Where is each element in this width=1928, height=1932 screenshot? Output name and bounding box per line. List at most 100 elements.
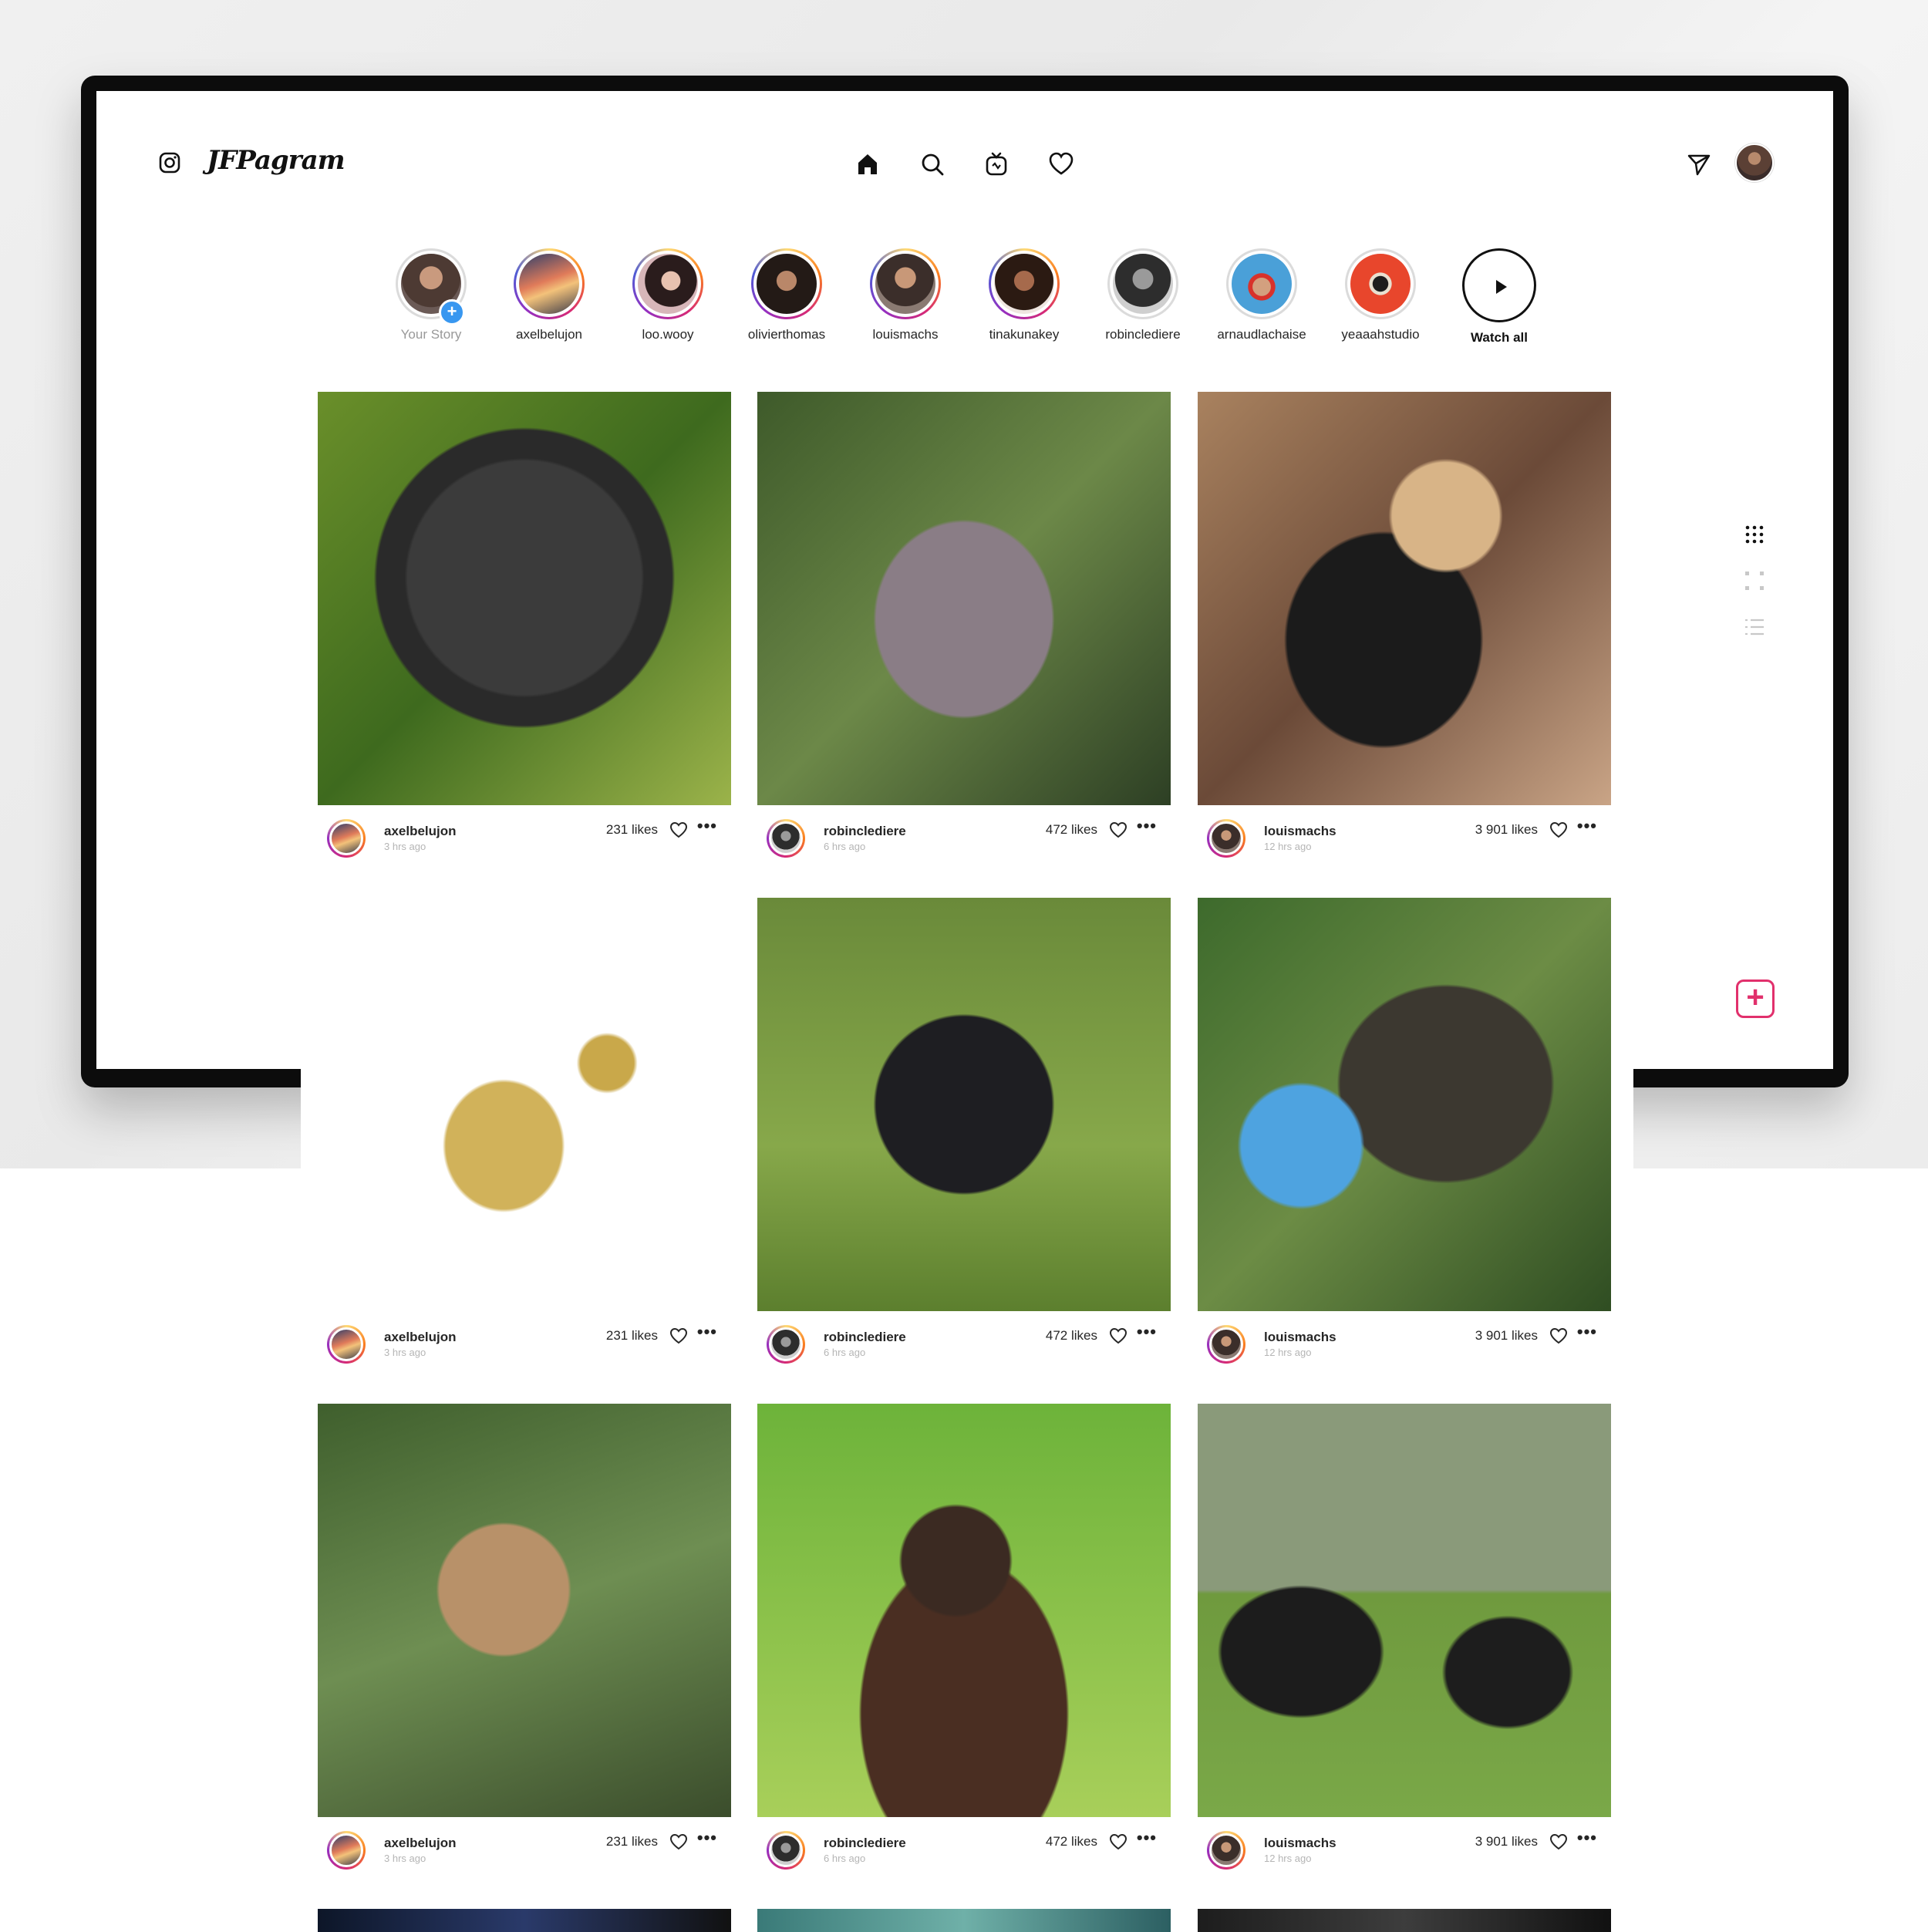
avatar[interactable] — [327, 1831, 366, 1870]
post-photo[interactable] — [757, 898, 1171, 1311]
list-icon[interactable] — [1743, 615, 1766, 639]
story-tinakunakey[interactable]: tinakunakey — [970, 248, 1078, 342]
new-post-button[interactable]: + — [1736, 979, 1775, 1018]
post-meta: louismachs 12 hrs ago 3 901 likes ••• — [1198, 1817, 1611, 1879]
post-likes: 3 901 likes — [1475, 822, 1538, 837]
story-label: olivierthomas — [747, 327, 826, 342]
avatar[interactable] — [1207, 1325, 1245, 1364]
post-username[interactable]: axelbelujon — [384, 1330, 457, 1345]
heart-icon[interactable] — [1109, 821, 1127, 839]
post-card[interactable]: louismachs 12 hrs ago 3 901 likes ••• — [1198, 898, 1611, 1373]
post-card[interactable]: louismachs 12 hrs ago 3 901 likes ••• — [1198, 1404, 1611, 1879]
story-your-story[interactable]: + Your Story — [377, 248, 485, 342]
post-photo-partial[interactable] — [1198, 1909, 1611, 1932]
more-icon[interactable]: ••• — [1577, 1828, 1597, 1848]
post-likes: 231 likes — [605, 822, 658, 837]
post-username[interactable]: louismachs — [1264, 1836, 1336, 1851]
story-yeaaahstudio[interactable]: yeaaahstudio — [1326, 248, 1434, 342]
brand-logo[interactable]: JFPagram — [207, 145, 345, 176]
post-likes: 472 likes — [1045, 1834, 1097, 1849]
play-icon[interactable] — [1462, 248, 1536, 322]
heart-icon[interactable] — [1549, 1327, 1568, 1345]
avatar — [638, 254, 698, 314]
post-photo[interactable] — [757, 392, 1171, 805]
post-photo[interactable] — [1198, 898, 1611, 1311]
post-photo[interactable] — [1198, 392, 1611, 805]
post-photo[interactable] — [1198, 1404, 1611, 1817]
avatar[interactable] — [767, 1831, 805, 1870]
heart-icon[interactable] — [1549, 821, 1568, 839]
heart-icon[interactable] — [669, 821, 688, 839]
post-meta: louismachs 12 hrs ago 3 901 likes ••• — [1198, 1311, 1611, 1373]
heart-icon[interactable] — [669, 1327, 688, 1345]
post-photo-partial[interactable] — [757, 1909, 1171, 1932]
post-username[interactable]: louismachs — [1264, 1330, 1336, 1345]
story-label: arnaudlachaise — [1217, 327, 1306, 342]
post-card[interactable]: robinclediere 6 hrs ago 472 likes ••• — [757, 1404, 1171, 1879]
large-grid-icon[interactable] — [1743, 569, 1766, 592]
post-photo[interactable] — [318, 392, 731, 805]
more-icon[interactable]: ••• — [1137, 1322, 1157, 1342]
post-photo-partial[interactable] — [318, 1909, 731, 1932]
post-username[interactable]: axelbelujon — [384, 1836, 457, 1851]
post-likes: 3 901 likes — [1475, 1834, 1538, 1849]
post-card[interactable]: axelbelujon 3 hrs ago 231 likes ••• — [318, 392, 731, 867]
post-meta: axelbelujon 3 hrs ago 231 likes ••• — [318, 1817, 731, 1879]
story-label: robinclediere — [1105, 327, 1181, 342]
post-time: 12 hrs ago — [1264, 841, 1312, 852]
grid-icon[interactable] — [1743, 523, 1766, 546]
igtv-icon[interactable] — [983, 151, 1010, 177]
story-loo-wooy[interactable]: loo.wooy — [614, 248, 722, 342]
post-likes: 231 likes — [605, 1834, 658, 1849]
search-icon[interactable] — [919, 151, 945, 177]
heart-icon[interactable] — [1048, 151, 1074, 177]
story-robinclediere[interactable]: robinclediere — [1089, 248, 1197, 342]
more-icon[interactable]: ••• — [1137, 1828, 1157, 1848]
post-username[interactable]: robinclediere — [824, 1836, 906, 1851]
heart-icon[interactable] — [1109, 1327, 1127, 1345]
profile-avatar[interactable] — [1735, 143, 1774, 182]
story-arnaudlachaise[interactable]: arnaudlachaise — [1208, 248, 1316, 342]
post-photo[interactable] — [318, 1404, 731, 1817]
post-username[interactable]: axelbelujon — [384, 824, 457, 839]
heart-icon[interactable] — [669, 1833, 688, 1851]
post-photo[interactable] — [318, 898, 731, 1311]
avatar[interactable] — [767, 819, 805, 858]
avatar — [1232, 254, 1292, 314]
avatar[interactable] — [1207, 1831, 1245, 1870]
avatar[interactable] — [1207, 819, 1245, 858]
more-icon[interactable]: ••• — [697, 1322, 717, 1342]
story-olivierthomas[interactable]: olivierthomas — [733, 248, 841, 342]
story-louismachs[interactable]: louismachs — [851, 248, 959, 342]
post-card[interactable]: axelbelujon 3 hrs ago 231 likes ••• — [318, 898, 731, 1373]
avatar — [994, 254, 1054, 314]
post-username[interactable]: robinclediere — [824, 824, 906, 839]
instagram-icon[interactable] — [158, 151, 181, 174]
post-card[interactable]: louismachs 12 hrs ago 3 901 likes ••• — [1198, 392, 1611, 867]
more-icon[interactable]: ••• — [697, 1828, 717, 1848]
story-axelbelujon[interactable]: axelbelujon — [495, 248, 603, 342]
post-username[interactable]: robinclediere — [824, 1330, 906, 1345]
post-card[interactable]: axelbelujon 3 hrs ago 231 likes ••• — [318, 1404, 731, 1879]
post-time: 3 hrs ago — [384, 1853, 426, 1864]
avatar — [757, 254, 817, 314]
home-icon[interactable] — [854, 151, 881, 177]
post-photo[interactable] — [757, 1404, 1171, 1817]
avatar[interactable] — [327, 1325, 366, 1364]
add-story-icon[interactable]: + — [439, 299, 465, 325]
avatar[interactable] — [767, 1325, 805, 1364]
post-card[interactable]: robinclediere 6 hrs ago 472 likes ••• — [757, 898, 1171, 1373]
heart-icon[interactable] — [1109, 1833, 1127, 1851]
more-icon[interactable]: ••• — [1577, 816, 1597, 836]
post-card[interactable]: robinclediere 6 hrs ago 472 likes ••• — [757, 392, 1171, 867]
post-time: 3 hrs ago — [384, 841, 426, 852]
heart-icon[interactable] — [1549, 1833, 1568, 1851]
story-watch-all[interactable]: Watch all — [1445, 248, 1553, 346]
more-icon[interactable]: ••• — [1137, 816, 1157, 836]
avatar[interactable] — [327, 819, 366, 858]
send-icon[interactable] — [1686, 151, 1712, 177]
story-label: Your Story — [400, 327, 462, 342]
more-icon[interactable]: ••• — [697, 816, 717, 836]
post-username[interactable]: louismachs — [1264, 824, 1336, 839]
more-icon[interactable]: ••• — [1577, 1322, 1597, 1342]
